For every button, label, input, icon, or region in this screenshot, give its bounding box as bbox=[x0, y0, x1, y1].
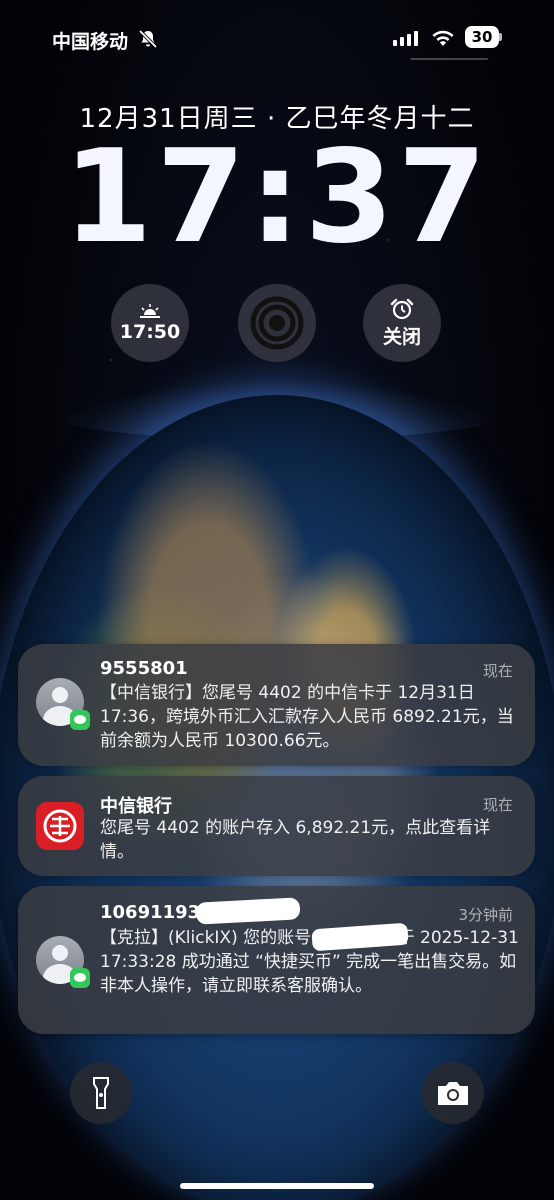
focus-widget[interactable] bbox=[238, 284, 316, 362]
control-center-hint bbox=[410, 58, 488, 60]
messages-badge-icon bbox=[70, 710, 90, 730]
flashlight-button[interactable] bbox=[70, 1062, 132, 1124]
notification-card[interactable]: 9555801 现在 【中信银行】您尾号 4402 的中信卡于 12月31日17… bbox=[18, 644, 535, 766]
notification-card[interactable]: 中信银行 现在 您尾号 4402 的账户存入 6,892.21元，点此查看详情。 bbox=[18, 776, 535, 876]
messages-badge-icon bbox=[70, 968, 90, 988]
focus-rings-icon bbox=[250, 296, 304, 350]
carrier-name: 中国移动 bbox=[52, 31, 129, 53]
alarm-status: 关闭 bbox=[382, 325, 421, 348]
flashlight-icon bbox=[93, 1077, 109, 1109]
notification-card[interactable]: 1069119302 3分钟前 【克拉】(KlickIX) 您的账号 82002… bbox=[18, 886, 535, 1034]
lockscreen-time: 17:37 bbox=[63, 123, 491, 272]
battery-level: 30 bbox=[465, 26, 499, 48]
camera-icon bbox=[438, 1082, 468, 1105]
notification-time: 现在 bbox=[482, 662, 513, 680]
sunset-time: 17:50 bbox=[119, 321, 181, 343]
notification-body: 【克拉】(KlickIX) 您的账号 8200214 于 2025-12-31 … bbox=[100, 928, 519, 996]
battery-icon: 30 bbox=[465, 26, 502, 50]
notification-sender: 9555801 bbox=[100, 658, 188, 679]
notification-time: 现在 bbox=[482, 796, 513, 814]
notification-sender: 中信银行 bbox=[100, 796, 172, 817]
alarm-widget[interactable]: 关闭 bbox=[363, 284, 441, 362]
sunset-widget[interactable]: 17:50 bbox=[111, 284, 189, 362]
cellular-signal-icon bbox=[393, 31, 418, 46]
alarm-clock-icon bbox=[390, 298, 414, 319]
camera-button[interactable] bbox=[422, 1062, 484, 1124]
bell-muted-icon bbox=[138, 29, 158, 49]
sunset-icon bbox=[140, 304, 160, 318]
notification-body: 您尾号 4402 的账户存入 6,892.21元，点此查看详情。 bbox=[100, 818, 491, 862]
redaction-mark bbox=[195, 897, 301, 925]
home-indicator[interactable] bbox=[180, 1183, 374, 1189]
notification-time: 3分钟前 bbox=[458, 906, 513, 924]
citic-logo-icon bbox=[36, 802, 84, 850]
notification-body: 【中信银行】您尾号 4402 的中信卡于 12月31日17:36，跨境外币汇入汇… bbox=[100, 683, 514, 751]
wifi-icon bbox=[432, 30, 454, 46]
status-bar: 中国移动 30 bbox=[0, 25, 554, 55]
